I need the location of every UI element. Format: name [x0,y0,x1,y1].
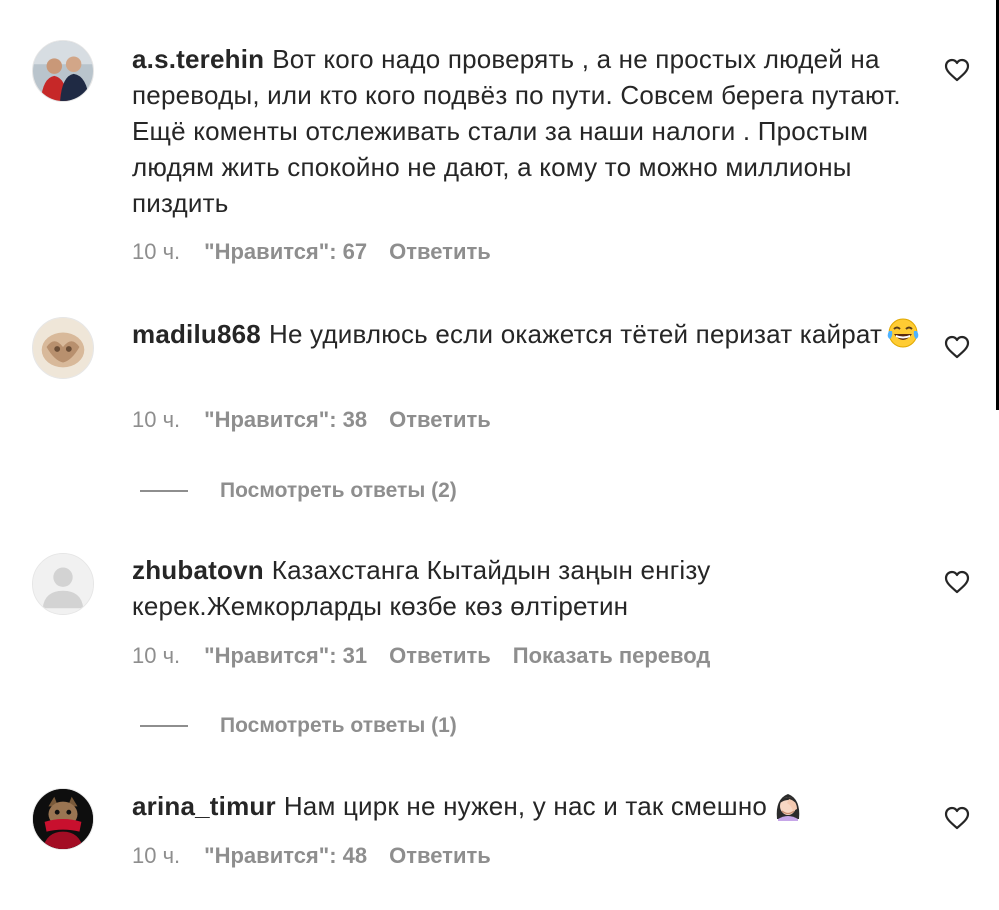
comment-username[interactable]: arina_timur [132,791,276,821]
comment-text: Нам цирк не нужен, у нас и так смешно [283,791,768,821]
view-replies-label[interactable]: Посмотреть ответы (2) [220,479,457,502]
like-heart-icon[interactable] [944,58,970,82]
like-count[interactable]: "Нравится": 48 [204,843,367,868]
like-count[interactable]: "Нравится": 67 [204,239,367,264]
avatar[interactable] [32,788,94,850]
comment-time: 10 ч. [132,643,181,668]
replies-divider [140,725,188,728]
like-count[interactable]: "Нравится": 38 [204,407,367,432]
reply-button[interactable]: Ответить [389,407,491,432]
like-heart-icon[interactable] [944,806,970,830]
replies-divider [140,490,188,493]
avatar[interactable] [32,317,94,379]
comment-time: 10 ч. [132,239,181,264]
avatar[interactable] [32,40,94,102]
comment-username[interactable]: madilu868 [132,319,261,349]
face-with-tears-of-joy-icon [886,317,920,349]
like-count[interactable]: "Нравится": 31 [204,643,367,668]
view-replies-label[interactable]: Посмотреть ответы (1) [220,714,457,737]
comment-username[interactable]: zhubatovn [132,555,264,585]
avatar[interactable] [32,553,94,615]
view-replies-button[interactable]: Посмотреть ответы (1) [140,713,457,739]
like-heart-icon[interactable] [944,570,970,594]
comment-text: Не удивлюсь если окажется тётей перизат … [268,319,883,349]
reply-button[interactable]: Ответить [389,843,491,868]
like-heart-icon[interactable] [944,335,970,359]
woman-facepalming-icon [771,789,805,821]
view-replies-button[interactable]: Посмотреть ответы (2) [140,478,457,504]
comment-time: 10 ч. [132,407,181,432]
reply-button[interactable]: Ответить [389,239,491,264]
show-translation-button[interactable]: Показать перевод [513,643,711,668]
comment-username[interactable]: a.s.terehin [132,44,264,74]
comment-time: 10 ч. [132,843,181,868]
reply-button[interactable]: Ответить [389,643,491,668]
